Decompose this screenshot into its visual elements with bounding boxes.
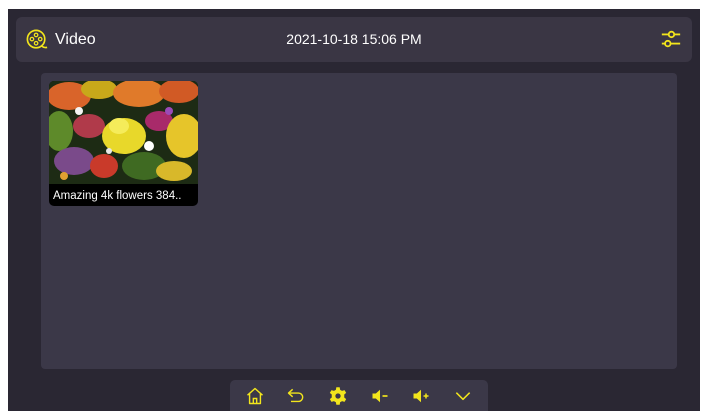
back-icon — [288, 388, 304, 402]
bottom-nav-bar — [230, 380, 488, 411]
gear-icon — [329, 386, 347, 405]
sliders-icon[interactable] — [660, 28, 682, 50]
video-app-screen: Video 2021-10-18 15:06 PM Amazing 4k flo… — [8, 9, 700, 411]
video-grid: Amazing 4k flowers 384.. — [41, 73, 677, 369]
volume-down-button[interactable] — [365, 384, 395, 408]
video-thumbnail — [49, 81, 198, 184]
settings-button[interactable] — [323, 384, 353, 408]
video-tile[interactable]: Amazing 4k flowers 384.. — [49, 81, 198, 206]
home-icon — [246, 387, 263, 404]
home-button[interactable] — [240, 384, 270, 408]
collapse-button[interactable] — [448, 384, 478, 408]
back-button[interactable] — [281, 384, 311, 408]
volume-up-icon — [413, 389, 429, 402]
datetime-display: 2021-10-18 15:06 PM — [286, 31, 422, 47]
video-title: Amazing 4k flowers 384.. — [53, 190, 182, 202]
top-bar: Video 2021-10-18 15:06 PM — [16, 17, 692, 62]
volume-up-button[interactable] — [406, 384, 436, 408]
volume-down-icon — [372, 389, 388, 402]
chevron-down-icon — [455, 391, 471, 400]
